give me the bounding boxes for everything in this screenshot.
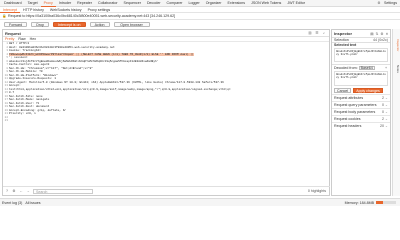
help-icon[interactable]: ?	[5, 189, 9, 193]
view-tab-raw[interactable]: Raw	[18, 37, 25, 41]
line-text: text/html,application/xhtml+xml,applicat…	[9, 87, 231, 91]
view-tab-hex[interactable]: Hex	[30, 37, 36, 41]
inspector-section-row[interactable]: Request attributes 2 ⌄	[332, 94, 390, 101]
selected-text-box[interactable]: AbsdvXvPvCDjHgEbFrefpmJFtCeNeLzuxy 3nvTh…	[334, 48, 388, 62]
chevron-down-icon: ⌄	[384, 124, 388, 128]
line-text: Priority: u=0, i	[9, 112, 36, 115]
close-icon[interactable]: ✕	[385, 32, 389, 36]
wrap-icon[interactable]: ⤶	[322, 31, 326, 35]
inspector-sections: Request attributes 2 ⌄ Request query parame…	[332, 94, 390, 129]
settings-inspector-icon[interactable]: ⚙	[380, 32, 384, 36]
request-footer: ? ⚙ ← → Search 0 highlights	[3, 186, 330, 195]
highlights-count: 0 highlights	[307, 189, 326, 193]
inspector-section-row[interactable]: Request body parameters 0 ⌄	[332, 108, 390, 115]
top-tab-jwt-editor[interactable]: JWT Editor	[284, 0, 308, 7]
memory-bar	[376, 201, 396, 204]
sub-tab-websockets-history[interactable]: WebSockets history	[47, 7, 85, 13]
sub-tab-http-history[interactable]: HTTP history	[20, 7, 47, 13]
inspector-section-label: Request body parameters	[334, 110, 376, 114]
code-line: 23	[3, 119, 330, 123]
settings-label[interactable]: Settings	[384, 1, 397, 5]
sub-tab-intercept[interactable]: Intercept	[0, 7, 20, 13]
memory-indicator: Memory: 184.8MB	[345, 201, 400, 205]
side-tab-strip: Inspector Notes	[392, 29, 400, 196]
inspector-section-label: Request headers	[334, 124, 362, 128]
inspector-action-buttons: Cancel Apply changes	[332, 87, 390, 94]
action-button[interactable]: Action	[89, 21, 110, 28]
top-tab-organizer[interactable]: Organizer	[203, 0, 225, 7]
memory-label: Memory: 184.8MB	[344, 200, 374, 205]
chevron-down-icon: ⌄	[384, 110, 388, 114]
add-decoder-icon[interactable]: +	[384, 66, 388, 70]
top-right-tools: ⚙ Settings	[377, 1, 400, 5]
request-panel-header: Request ▥ ☰ ⤶	[3, 30, 329, 37]
decoded-from-row: Decoded from: Base64 +	[332, 64, 390, 70]
inspector-header: Inspector ▤ ⇅ ⚙ ✕	[332, 30, 390, 37]
intercept-toggle-button[interactable]: Intercept is on	[52, 21, 86, 28]
request-line: 🔒 Request to https://0a3100ba036c0bc6814…	[0, 13, 400, 20]
top-tab-decoder[interactable]: Decoder	[144, 0, 164, 7]
sub-tab-proxy-settings[interactable]: Proxy settings	[85, 7, 114, 13]
request-panel: Request ▥ ☰ ⤶ Pretty Raw Hex 1 GET / HTTP/2…	[2, 29, 330, 196]
selected-text-label: Selected text	[334, 43, 357, 47]
settings-icon[interactable]: ⚙	[377, 1, 381, 5]
request-title: Request	[5, 30, 21, 36]
line-text: YdNewvqwMcDlEYnjeFDPbGwurP9Ylkm7r6Apm8' …	[9, 52, 194, 56]
search-input[interactable]: Search	[33, 188, 93, 194]
request-url: Request to https://0a3100ba036c0bc68140c…	[8, 14, 176, 18]
selected-text-header[interactable]: Selected text	[332, 42, 390, 47]
inspector-section-row[interactable]: Request query parameters 0 ⌄	[332, 101, 390, 108]
event-log-link[interactable]: Event log (3)	[2, 201, 22, 205]
decoded-from-select[interactable]: Base64	[358, 65, 375, 70]
intercept-toolbar: Forward Drop Intercept is on Action Open…	[0, 20, 400, 29]
request-editor[interactable]: 1 GET / HTTP/2 2 Host: 0a3100ba036c0bc68140…	[3, 42, 330, 188]
memory-bar-fill	[376, 201, 383, 204]
settings-small-icon[interactable]: ⚙	[12, 189, 16, 193]
inspector-section-label: Request query parameters	[334, 103, 377, 107]
forward-button[interactable]: Forward	[4, 21, 28, 28]
inspector-panel: Inspector ▤ ⇅ ⚙ ✕ Selection 44 (0x2c) Se…	[331, 29, 391, 196]
selection-label: Selection	[334, 38, 349, 42]
selection-count: 44 (0x2c)	[373, 38, 388, 42]
lock-icon: 🔒	[2, 14, 7, 18]
cancel-button[interactable]: Cancel	[334, 88, 352, 93]
layout-icon[interactable]: ▤	[370, 32, 374, 36]
top-tab-comparer[interactable]: Comparer	[164, 0, 186, 7]
side-tab-inspector[interactable]: Inspector	[394, 33, 400, 57]
side-tab-notes[interactable]: Notes	[394, 61, 400, 77]
back-icon[interactable]: ←	[19, 189, 23, 193]
status-bar: Event log (3) All issues Memory: 184.8MB	[0, 198, 400, 206]
line-text: User-Agent: Mozilla/5.0 (Windows NT 10.0…	[9, 80, 224, 84]
forward-icon[interactable]: →	[26, 189, 30, 193]
inspector-section-row[interactable]: Request headers 20 ⌄	[332, 122, 390, 129]
inspector-section-label: Request cookies	[334, 117, 361, 121]
top-tab-extensions[interactable]: Extensions	[225, 0, 249, 7]
inspector-title: Inspector	[334, 31, 353, 36]
chevron-down-icon: ⌄	[384, 117, 388, 121]
inspector-section-row[interactable]: Request cookies 2 ⌄	[332, 115, 390, 122]
chevron-down-icon: ⌄	[384, 96, 388, 100]
view-tab-pretty[interactable]: Pretty	[5, 37, 14, 41]
split-view-icon[interactable]: ▥	[308, 31, 312, 35]
decoded-text-box[interactable]: AbsdvXvPvCDjHgEbFrefpmJFtCeNeLzuxy 3nvTh…	[334, 71, 388, 86]
top-tab-sequencer[interactable]: Sequencer	[121, 0, 144, 7]
list-view-icon[interactable]: ☰	[315, 31, 319, 35]
line-number: 23	[4, 119, 8, 122]
all-issues-link[interactable]: All issues	[25, 201, 40, 205]
decoded-from-label: Decoded from:	[334, 65, 358, 70]
top-tab-logger[interactable]: Logger	[186, 0, 203, 7]
apply-changes-button[interactable]: Apply changes	[353, 88, 383, 93]
top-tab-json-web-tokens[interactable]: JSON Web Tokens	[248, 0, 284, 7]
chevron-down-icon: ⌄	[384, 103, 388, 107]
drop-button[interactable]: Drop	[31, 21, 49, 28]
inspector-section-label: Request attributes	[334, 96, 364, 100]
open-browser-button[interactable]: Open browser	[113, 21, 150, 28]
sort-icon[interactable]: ⇅	[375, 32, 379, 36]
